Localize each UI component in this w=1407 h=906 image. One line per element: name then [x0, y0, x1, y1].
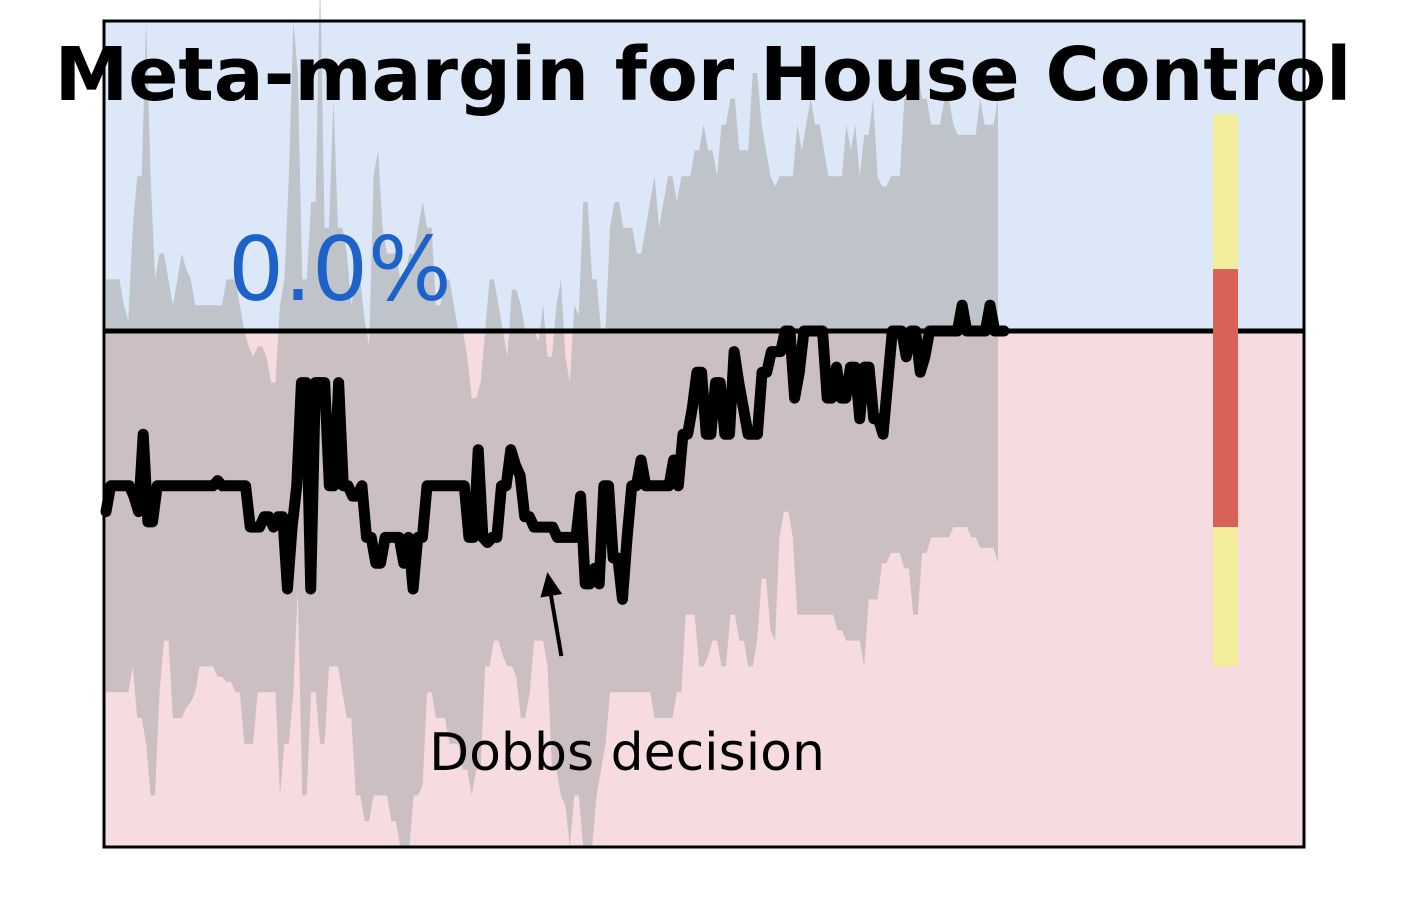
probability-bar [1213, 114, 1238, 667]
probability-bar-segment-0 [1213, 114, 1238, 270]
current-value-label: 0.0% [228, 218, 452, 321]
chart-title: Meta-margin for House Control [55, 32, 1352, 118]
probability-bar-segment-2 [1213, 527, 1238, 667]
annotation-text: Dobbs decision [429, 723, 825, 783]
probability-bar-segment-1 [1213, 269, 1238, 528]
meta-margin-chart: 0.0% Dobbs decision Meta-margin for Hous… [55, 0, 1352, 849]
